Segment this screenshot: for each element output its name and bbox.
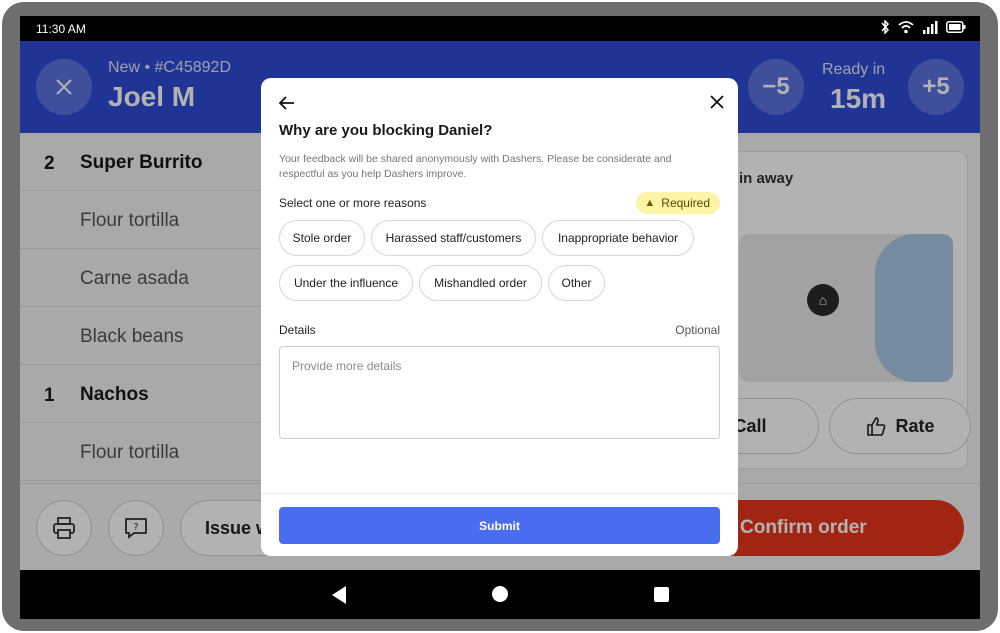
reason-chip-other[interactable]: Other [548, 265, 605, 301]
recents-nav-icon[interactable] [654, 587, 669, 602]
home-nav-icon[interactable] [492, 586, 508, 602]
back-button[interactable] [278, 94, 295, 115]
screen: 11:30 AM New • #C45892D Joel M −5 Ready … [20, 16, 980, 619]
battery-icon [946, 21, 966, 33]
status-bar: 11:30 AM [20, 16, 980, 41]
reason-chip-mishandled[interactable]: Mishandled order [419, 265, 542, 301]
modal-footer-divider [261, 493, 738, 494]
required-badge: ▲ Required [636, 192, 720, 214]
modal-description: Your feedback will be shared anonymously… [279, 153, 672, 180]
status-time: 11:30 AM [36, 22, 86, 36]
details-label: Details [279, 323, 316, 337]
submit-button[interactable]: Submit [279, 507, 720, 544]
warning-icon: ▲ [644, 197, 656, 209]
reason-chip-inappropriate[interactable]: Inappropriate behavior [542, 220, 694, 256]
modal-close-button[interactable] [710, 92, 724, 115]
tablet-frame: 11:30 AM New • #C45892D Joel M −5 Ready … [2, 2, 998, 631]
back-nav-icon[interactable] [332, 586, 346, 604]
arrow-left-icon [278, 96, 294, 110]
modal-title: Why are you blocking Daniel? [279, 122, 493, 139]
details-textarea[interactable] [279, 346, 720, 439]
cellular-signal-icon [923, 21, 938, 34]
close-icon [710, 95, 724, 109]
reason-chip-harassed[interactable]: Harassed staff/customers [371, 220, 536, 256]
wifi-icon [898, 21, 914, 34]
bluetooth-icon [881, 20, 890, 34]
system-nav-bar [20, 570, 980, 619]
status-icons [880, 20, 966, 34]
reason-chip-stole-order[interactable]: Stole order [279, 220, 365, 256]
optional-label: Optional [675, 323, 720, 337]
required-label: Required [661, 196, 710, 210]
block-dasher-modal: Why are you blocking Daniel? Your feedba… [261, 78, 738, 556]
reason-chip-under-influence[interactable]: Under the influence [279, 265, 413, 301]
reasons-label: Select one or more reasons [279, 196, 427, 210]
